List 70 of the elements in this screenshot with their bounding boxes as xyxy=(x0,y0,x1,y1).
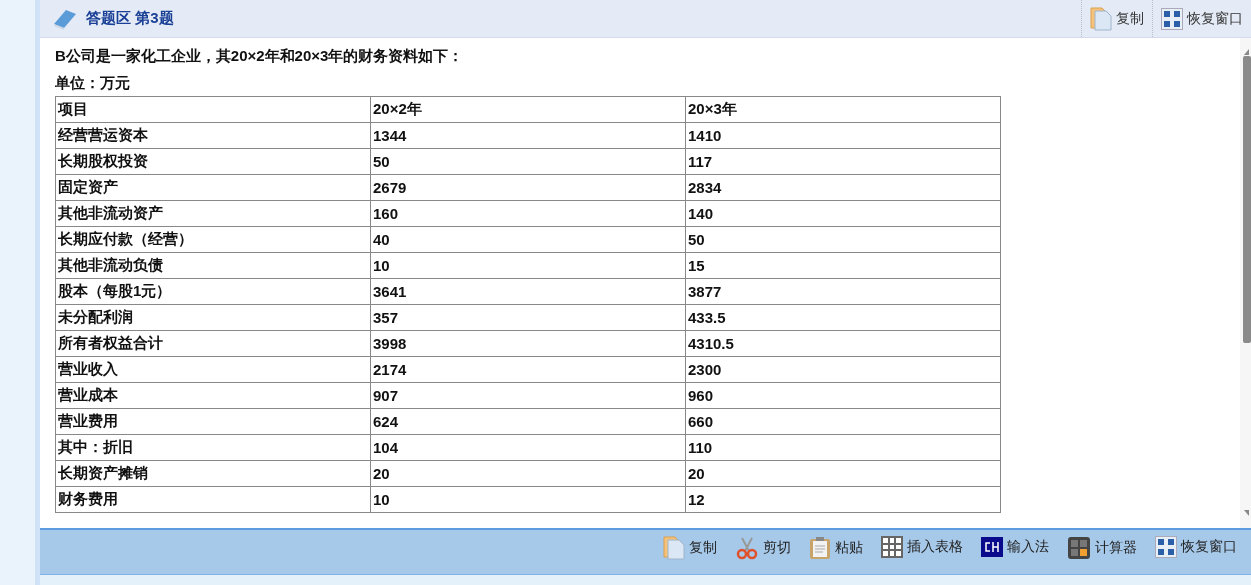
grid-icon xyxy=(881,536,903,558)
table-cell: 4310.5 xyxy=(685,330,1001,357)
table-cell: 660 xyxy=(685,408,1001,435)
paste-button[interactable]: 粘贴 xyxy=(801,536,871,560)
table-cell: 15 xyxy=(685,252,1001,279)
table-cell: 2679 xyxy=(370,174,686,201)
unit-text: 单位：万元 xyxy=(55,73,131,93)
table-cell: 营业费用 xyxy=(55,408,371,435)
table-cell: 20 xyxy=(685,460,1001,487)
table-cell: 624 xyxy=(370,408,686,435)
table-cell: 长期应付款（经营） xyxy=(55,226,371,253)
table-cell: 营业成本 xyxy=(55,382,371,409)
table-cell: 20 xyxy=(370,460,686,487)
table-cell: 160 xyxy=(370,200,686,227)
restore-window-icon xyxy=(1155,536,1177,558)
keyboard-icon xyxy=(981,536,1003,558)
column-header: 20×3年 xyxy=(685,96,1001,123)
table-cell: 1410 xyxy=(685,122,1001,149)
table-cell: 40 xyxy=(370,226,686,253)
table-cell: 110 xyxy=(685,434,1001,461)
table-cell: 357 xyxy=(370,304,686,331)
clipboard-icon xyxy=(809,536,831,560)
document-icon xyxy=(663,536,685,560)
table-cell: 50 xyxy=(370,148,686,175)
table-cell: 财务费用 xyxy=(55,486,371,513)
table-cell: 未分配利润 xyxy=(55,304,371,331)
table-cell: 50 xyxy=(685,226,1001,253)
table-cell: 2300 xyxy=(685,356,1001,383)
scissors-icon xyxy=(735,536,759,560)
restore-button[interactable]: 恢复窗口 xyxy=(1152,0,1251,37)
table-button[interactable]: 插入表格 xyxy=(873,536,971,558)
copy-button[interactable]: 复制 xyxy=(655,536,725,560)
question-text: B公司是一家化工企业，其20×2年和20×3年的财务资料如下： xyxy=(55,46,465,66)
book-icon xyxy=(52,7,78,30)
table-cell: 960 xyxy=(685,382,1001,409)
table-cell: 433.5 xyxy=(685,304,1001,331)
table-cell: 104 xyxy=(370,434,686,461)
column-header: 项目 xyxy=(55,96,371,123)
table-cell: 所有者权益合计 xyxy=(55,330,371,357)
table-cell: 固定资产 xyxy=(55,174,371,201)
table-cell: 140 xyxy=(685,200,1001,227)
table-cell: 907 xyxy=(370,382,686,409)
restore-window-icon xyxy=(1161,7,1183,30)
calculator-icon xyxy=(1067,536,1091,560)
table-cell: 3998 xyxy=(370,330,686,357)
table-cell: 长期股权投资 xyxy=(55,148,371,175)
table-cell: 2834 xyxy=(685,174,1001,201)
copy-button[interactable]: 复制 xyxy=(1081,0,1152,37)
table-cell: 长期资产摊销 xyxy=(55,460,371,487)
table-cell: 10 xyxy=(370,252,686,279)
table-cell: 12 xyxy=(685,486,1001,513)
table-cell: 3641 xyxy=(370,278,686,305)
table-cell: 10 xyxy=(370,486,686,513)
table-cell: 股本（每股1元） xyxy=(55,278,371,305)
document-icon xyxy=(1090,6,1112,31)
table-cell: 117 xyxy=(685,148,1001,175)
column-header: 20×2年 xyxy=(370,96,686,123)
table-cell: 其他非流动资产 xyxy=(55,200,371,227)
table-cell: 其他非流动负债 xyxy=(55,252,371,279)
table-cell: 其中：折旧 xyxy=(55,434,371,461)
ime-button[interactable]: 输入法 xyxy=(973,536,1057,558)
table-cell: 3877 xyxy=(685,278,1001,305)
table-cell: 1344 xyxy=(370,122,686,149)
calculator-button[interactable]: 计算器 xyxy=(1059,536,1145,560)
table-cell: 营业收入 xyxy=(55,356,371,383)
table-cell: 2174 xyxy=(370,356,686,383)
restore-button[interactable]: 恢复窗口 xyxy=(1147,536,1245,558)
table-cell: 经营营运资本 xyxy=(55,122,371,149)
panel-title: 答题区 第3题 xyxy=(86,9,175,28)
cut-button[interactable]: 剪切 xyxy=(727,536,799,560)
